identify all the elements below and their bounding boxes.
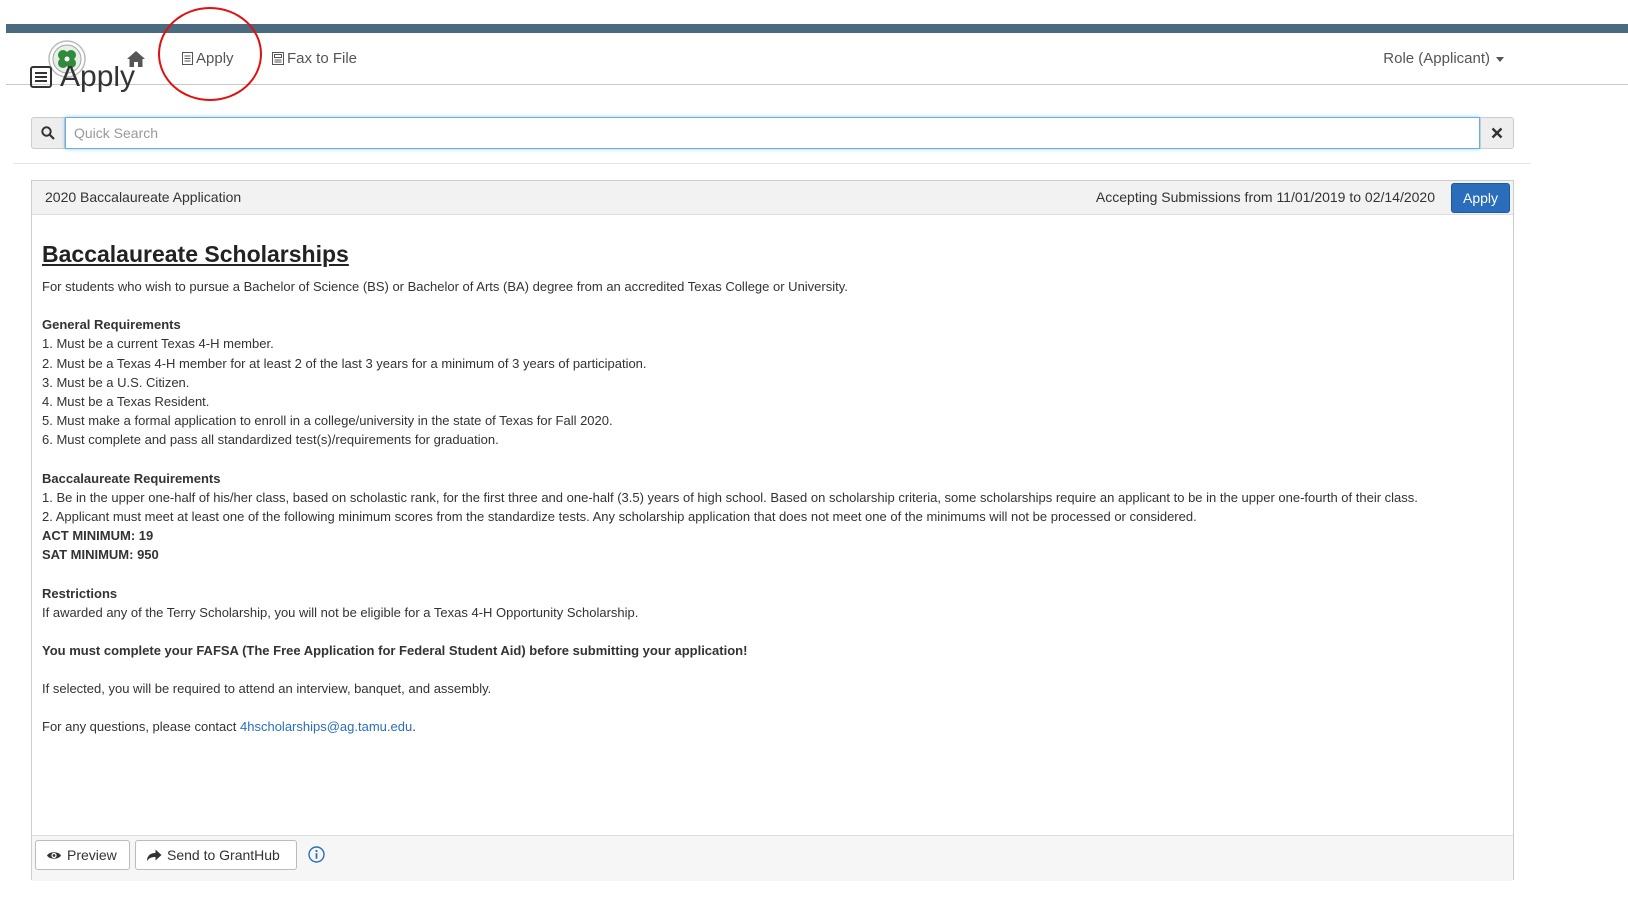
- general-requirement-item: 1. Must be a current Texas 4-H member.: [42, 336, 274, 352]
- general-requirement-item: 5. Must make a formal application to enr…: [42, 413, 613, 429]
- baccalaureate-requirement-item: 2. Applicant must meet at least one of t…: [42, 509, 1197, 525]
- search-icon: [41, 126, 55, 140]
- fax-icon: [272, 52, 284, 65]
- baccalaureate-requirement-item: 1. Be in the upper one-half of his/her c…: [42, 489, 1418, 505]
- restrictions-heading: Restrictions: [42, 585, 118, 601]
- contact-prefix: For any questions, please contact: [42, 719, 241, 735]
- restrictions-text: If awarded any of the Terry Scholarship,…: [42, 604, 639, 620]
- divider: [14, 163, 1530, 164]
- document-icon: [182, 52, 193, 65]
- close-icon: [1491, 127, 1503, 139]
- contact-email-link[interactable]: 4hscholarships@ag.tamu.edu: [240, 719, 412, 734]
- baccalaureate-requirements-heading: Baccalaureate Requirements: [42, 470, 221, 486]
- application-description: Baccalaureate Scholarships For students …: [42, 239, 1502, 737]
- general-requirement-item: 2. Must be a Texas 4-H member for at lea…: [42, 355, 647, 371]
- application-panel: 2020 Baccalaureate Application Accepting…: [31, 180, 1514, 881]
- contact-suffix: .: [412, 719, 416, 735]
- panel-footer: Preview Send to GrantHub: [32, 835, 1513, 881]
- document-icon: [30, 66, 52, 88]
- caret-down-icon: [1496, 56, 1504, 62]
- navbar: Apply Fax to File Role (Applicant): [6, 33, 1628, 85]
- preview-label: Preview: [67, 847, 117, 863]
- general-requirement-item: 4. Must be a Texas Resident.: [42, 394, 210, 410]
- search-clear-button[interactable]: [1480, 117, 1514, 149]
- share-icon: [147, 849, 162, 861]
- info-icon[interactable]: [308, 846, 325, 863]
- sat-minimum: SAT MINIMUM: 950: [42, 547, 159, 563]
- role-label: Role (Applicant): [1383, 50, 1490, 67]
- panel-header: 2020 Baccalaureate Application Accepting…: [32, 181, 1513, 215]
- send-label: Send to GrantHub: [167, 847, 280, 863]
- fafsa-notice: You must complete your FAFSA (The Free A…: [42, 643, 748, 659]
- preview-button[interactable]: Preview: [35, 840, 130, 870]
- general-requirement-item: 6. Must complete and pass all standardiz…: [42, 432, 499, 448]
- nav-fax-link[interactable]: Fax to File: [272, 50, 357, 67]
- search-input[interactable]: [65, 117, 1480, 149]
- submission-dates: Accepting Submissions from 11/01/2019 to…: [1095, 189, 1435, 205]
- general-requirement-item: 3. Must be a U.S. Citizen.: [42, 374, 190, 390]
- application-title: 2020 Baccalaureate Application: [45, 189, 242, 205]
- search-bar: [31, 117, 1514, 149]
- eye-icon: [47, 851, 61, 859]
- nav-apply-label: Apply: [196, 50, 234, 67]
- selection-text: If selected, you will be required to att…: [42, 681, 492, 697]
- search-addon: [31, 117, 65, 149]
- send-to-granthub-button[interactable]: Send to GrantHub: [135, 840, 297, 870]
- nav-apply-link[interactable]: Apply: [182, 50, 234, 67]
- page-title: Apply: [30, 66, 135, 94]
- page-title-text: Apply: [60, 66, 136, 93]
- general-requirements-heading: General Requirements: [42, 317, 181, 333]
- contact-line: For any questions, please contact 4hscho…: [42, 717, 1502, 736]
- scholarship-heading: Baccalaureate Scholarships: [42, 241, 349, 267]
- apply-button[interactable]: Apply: [1451, 183, 1510, 213]
- act-minimum: ACT MINIMUM: 19: [42, 528, 154, 544]
- nav-fax-label: Fax to File: [287, 50, 358, 67]
- top-color-strip: [6, 24, 1628, 33]
- role-dropdown[interactable]: Role (Applicant): [1383, 50, 1504, 67]
- intro-text: For students who wish to pursue a Bachel…: [42, 279, 848, 294]
